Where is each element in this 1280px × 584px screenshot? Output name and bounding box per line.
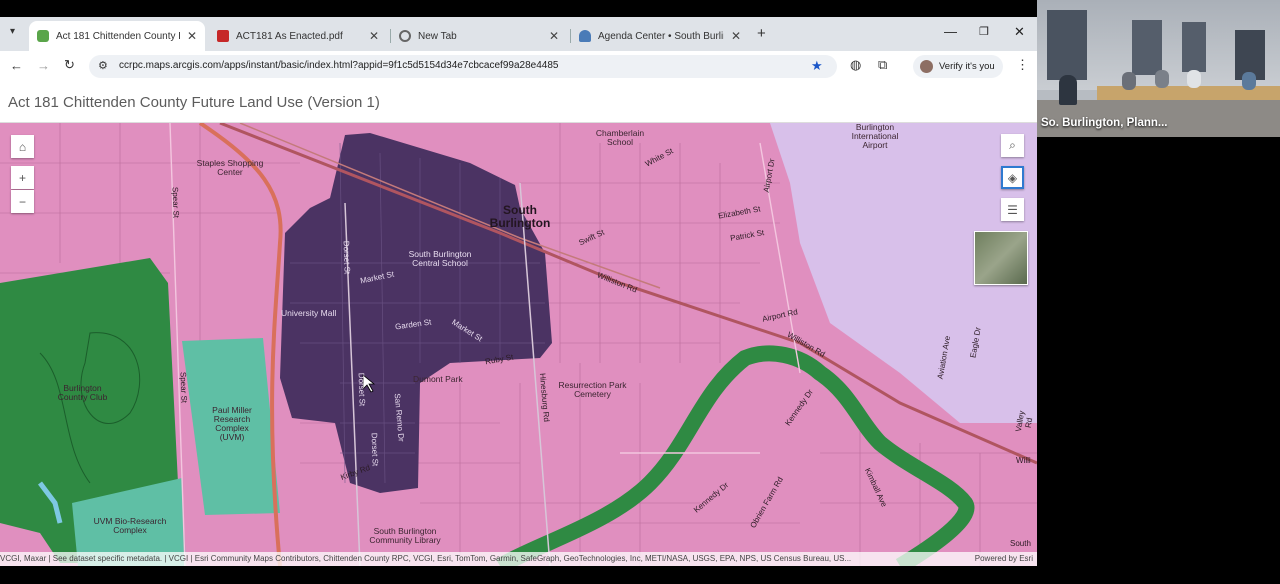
powered-by[interactable]: Powered by Esri: [975, 552, 1033, 566]
map-attribution: VCGI, Maxar | See dataset specific metad…: [0, 552, 1037, 566]
map-label: Staples Shopping Center: [196, 158, 264, 177]
search-icon: ⌕: [1009, 138, 1016, 152]
browser-toolbar: ← → ↻ ⚙ ccrpc.maps.arcgis.com/apps/insta…: [0, 51, 1037, 82]
legend-button[interactable]: ☰: [1001, 198, 1024, 221]
map-view[interactable]: South Burlington Staples Shopping Center…: [0, 123, 1037, 566]
plus-icon: +: [18, 170, 26, 185]
map-label: Dorset St: [341, 240, 352, 275]
map-label: Dorset St: [369, 432, 380, 467]
participant: [1242, 72, 1256, 90]
map-label: Chamberlain School: [595, 128, 645, 147]
basemap-thumbnail[interactable]: [974, 231, 1028, 285]
home-icon: ⌂: [18, 139, 27, 154]
map-label: Burlington International Airport: [851, 123, 899, 150]
layers-icon: ◈: [1007, 170, 1018, 185]
extension-icon[interactable]: ◍: [850, 57, 861, 73]
agenda-icon: [579, 30, 591, 42]
tab-active[interactable]: Act 181 Chittenden County Futu ✕: [29, 21, 205, 51]
search-button[interactable]: ⌕: [1001, 134, 1024, 157]
map-label: South Burlington Central School: [408, 249, 472, 268]
window-dark: [1047, 10, 1087, 80]
tab-agenda[interactable]: Agenda Center • South Burlingt ✕: [571, 21, 749, 51]
close-tab-icon[interactable]: ✕: [187, 29, 197, 43]
map-label: Spear St: [178, 371, 189, 404]
map-label: University Mall: [281, 308, 337, 318]
window-dark: [1182, 22, 1206, 72]
map-label: South Burlington Community Library: [369, 526, 441, 545]
profile-avatar: [920, 60, 933, 73]
zoom-out-button[interactable]: −: [11, 190, 34, 213]
map-label: Burlington Country Club: [57, 383, 108, 402]
map-label: Paul Miller Research Complex (UVM): [212, 405, 252, 442]
tab-title: New Tab: [418, 30, 457, 42]
minus-icon: −: [18, 194, 26, 209]
close-tab-icon[interactable]: ✕: [731, 29, 741, 43]
page-title: Act 181 Chittenden County Future Land Us…: [8, 94, 380, 111]
home-button[interactable]: ⌂: [11, 135, 34, 158]
tab-title: Agenda Center • South Burlingt: [598, 30, 724, 42]
map-label: Dorset St: [356, 372, 367, 407]
participant: [1187, 70, 1201, 88]
tab-title: Act 181 Chittenden County Futu: [56, 30, 180, 42]
close-tab-icon[interactable]: ✕: [369, 29, 379, 43]
map-label: Resurrection Park Cemetery: [558, 380, 627, 399]
new-tab-icon[interactable]: +: [757, 25, 766, 42]
map-label: South: [1010, 539, 1031, 548]
bookmark-star-icon[interactable]: ★: [811, 58, 823, 74]
menu-icon[interactable]: ⋮: [1016, 57, 1029, 73]
forward-icon[interactable]: →: [37, 58, 50, 73]
map-label: Dumont Park: [413, 374, 463, 384]
participant: [1122, 72, 1136, 90]
tab-search-icon[interactable]: ▾: [10, 26, 15, 37]
tab-strip: ▾ Act 181 Chittenden County Futu ✕ ACT18…: [0, 17, 1037, 51]
tab-pdf[interactable]: ACT181 As Enacted.pdf ✕: [209, 21, 387, 51]
tab-title: ACT181 As Enacted.pdf: [236, 30, 343, 42]
participant-name: So. Burlington, Plann...: [1041, 117, 1168, 129]
list-icon: ☰: [1007, 202, 1018, 217]
close-tab-icon[interactable]: ✕: [549, 29, 559, 43]
puzzle-icon[interactable]: ⧉: [878, 57, 887, 73]
minimize-icon[interactable]: —: [944, 24, 957, 39]
restore-icon[interactable]: ❐: [979, 25, 989, 38]
back-icon[interactable]: ←: [10, 58, 23, 73]
app-header: Act 181 Chittenden County Future Land Us…: [0, 82, 1037, 123]
browser-window: ▾ Act 181 Chittenden County Futu ✕ ACT18…: [0, 0, 1037, 584]
map-label: Willi: [1016, 456, 1031, 465]
url-text: ccrpc.maps.arcgis.com/apps/instant/basic…: [119, 60, 559, 71]
zoom-in-button[interactable]: +: [11, 166, 34, 189]
reload-icon[interactable]: ↻: [64, 57, 75, 73]
site-info-icon[interactable]: ⚙: [98, 59, 108, 72]
pdf-icon: [217, 30, 229, 42]
map-label-city: South Burlington: [489, 203, 551, 230]
layers-button[interactable]: ◈: [1001, 166, 1024, 189]
address-bar[interactable]: ⚙ ccrpc.maps.arcgis.com/apps/instant/bas…: [89, 55, 837, 78]
arcgis-icon: [37, 30, 49, 42]
map-label: Spear St: [170, 186, 181, 219]
video-call-tile[interactable]: So. Burlington, Plann...: [1037, 0, 1280, 137]
tab-newtab[interactable]: New Tab ✕: [391, 21, 567, 51]
window-dark: [1132, 20, 1162, 75]
attribution-text: VCGI, Maxar | See dataset specific metad…: [0, 554, 852, 563]
participant: [1059, 75, 1077, 105]
close-window-icon[interactable]: ✕: [1014, 24, 1025, 40]
chrome-icon: [399, 30, 411, 42]
verify-button[interactable]: Verify it's you: [913, 55, 1003, 78]
participant: [1155, 70, 1169, 88]
map-label: UVM Bio-Research Complex: [93, 516, 167, 535]
verify-label: Verify it's you: [939, 61, 995, 72]
